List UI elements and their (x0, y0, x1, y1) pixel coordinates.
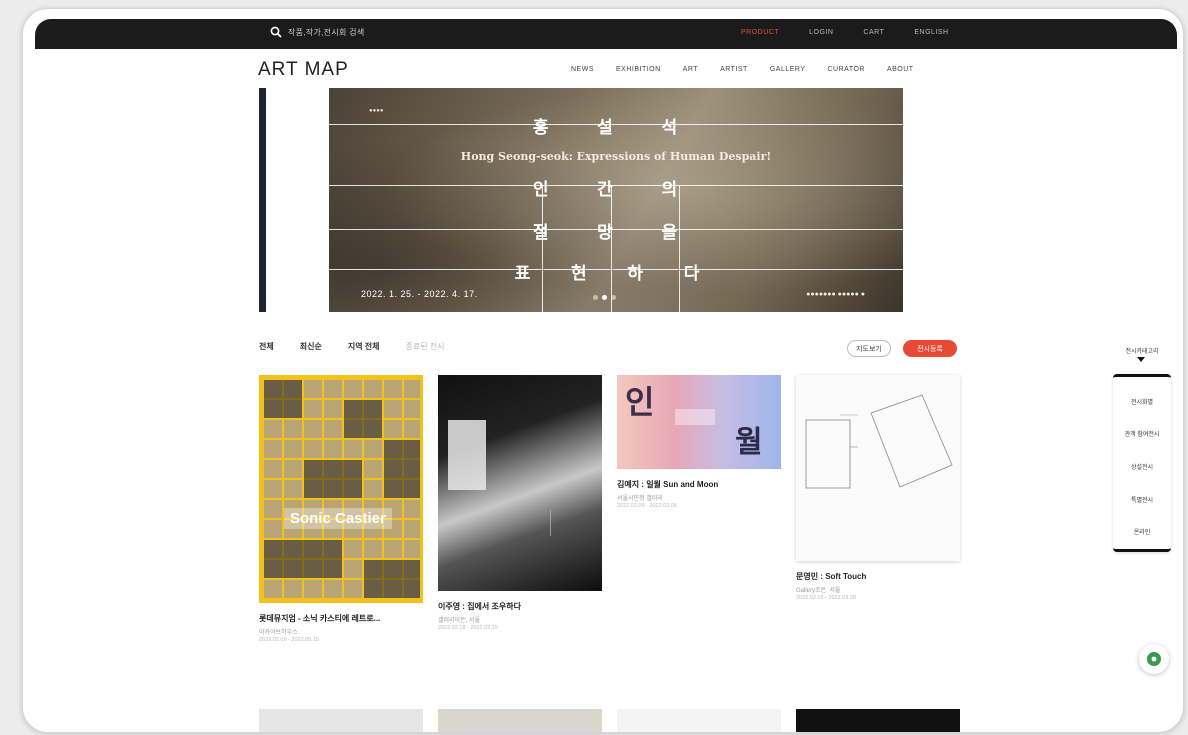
nav-gallery[interactable]: GALLERY (770, 66, 806, 73)
filter-all[interactable]: 전체 (259, 341, 274, 352)
banner-english-title: Hong Seong-seok: Expressions of Human De… (460, 150, 772, 163)
card-title[interactable]: 김예지 : 일월 Sun and Moon (617, 479, 718, 490)
card-date: 2022.02.09 - 2022.03.06 (617, 503, 677, 509)
card-title[interactable]: 롯데뮤지엄 - 소닉 카스티에 레트로... (259, 613, 380, 624)
card-date: 2022.02.09 - 2022.05.15 (259, 637, 319, 643)
exhibition-card[interactable]: Sonic Castier 롯데뮤지엄 - 소닉 카스티에 레트로... 아카이… (259, 375, 423, 665)
top-link-english[interactable]: ENGLISH (914, 29, 948, 36)
banner-date: 2022. 1. 25. - 2022. 4. 17. (361, 289, 478, 299)
nav-art[interactable]: ART (683, 66, 698, 73)
poster-drawing (805, 394, 953, 489)
banner-title-line1: 홍 설 석 (532, 118, 700, 137)
nav-artist[interactable]: ARTIST (720, 66, 748, 73)
card-date: 2022.02.18 - 2022.03.15 (438, 625, 498, 631)
search-placeholder: 작품,작가,전시회 검색 (288, 27, 365, 37)
register-exhibition-button[interactable]: 전시등록 (903, 340, 957, 357)
top-links: PRODUCT LOGIN CART ENGLISH (741, 29, 949, 36)
card-title[interactable]: 문영민 : Soft Touch (796, 571, 866, 582)
chat-icon (1147, 652, 1161, 666)
nav-exhibition[interactable]: EXHIBITION (616, 66, 661, 73)
poster-char: 인 (625, 384, 655, 420)
map-view-button[interactable]: 지도보기 (847, 340, 891, 357)
hero-banner[interactable]: ●●●● 홍 설 석 Hong Seong-seok: Expressions … (329, 88, 903, 312)
top-link-product[interactable]: PRODUCT (741, 29, 779, 36)
card-venue: Gallery조은, 서울 (796, 588, 841, 594)
banner-title-line3: 절 망 을 (532, 223, 700, 242)
exhibition-card[interactable]: 문영민 : Soft Touch Gallery조은, 서울 2022.02.1… (796, 375, 960, 615)
filter-region[interactable]: 지역 전체 (348, 341, 380, 352)
card-venue: 아카이브하우스 (259, 630, 298, 636)
banner-accent-bar (259, 88, 266, 312)
nav-curator[interactable]: CURATOR (828, 66, 865, 73)
card-poster[interactable] (259, 709, 423, 732)
card-poster[interactable] (796, 709, 960, 732)
browser-frame: 작품,작가,전시회 검색 PRODUCT LOGIN CART ENGLISH … (22, 8, 1184, 733)
card-title[interactable]: 이주영 : 집에서 조우하다 (438, 601, 521, 612)
search-icon (270, 26, 282, 38)
pagination-dot[interactable] (611, 295, 616, 300)
side-item[interactable]: 전시회별 (1113, 397, 1171, 406)
filter-ended[interactable]: 종료된 전시 (406, 341, 445, 352)
side-widget-header: 전시카테고리 (1125, 349, 1159, 355)
card-venue: 서울시민청 갤러리 (617, 496, 663, 502)
banner-rule (611, 186, 612, 312)
banner-title-line4: 표 현 하 다 (514, 264, 718, 283)
card-poster: 인 월 (617, 375, 781, 469)
card-date: 2022.02.18 - 2022.03.20 (796, 595, 856, 601)
side-item[interactable]: 상설전시 (1113, 462, 1171, 471)
filter-bar: 전체 최신순 지역 전체 종료된 전시 (259, 341, 445, 352)
exhibition-card[interactable]: 이주영 : 집에서 조우하다 갤러리이든, 서울 2022.02.18 - 20… (438, 375, 602, 645)
exhibition-card[interactable]: 인 월 김예지 : 일월 Sun and Moon 서울시민청 갤러리 2022… (617, 375, 781, 515)
banner-rule (542, 186, 543, 312)
banner-pagination (593, 295, 616, 300)
site-logo[interactable]: ART MAP (258, 59, 349, 81)
top-utility-bar: 작품,작가,전시회 검색 PRODUCT LOGIN CART ENGLISH (35, 19, 1177, 49)
poster-grid (262, 378, 420, 600)
nav-about[interactable]: ABOUT (887, 66, 914, 73)
side-item[interactable]: 관객 참여전시 (1113, 429, 1171, 438)
pagination-dot[interactable] (593, 295, 598, 300)
card-poster (438, 375, 602, 591)
nav-news[interactable]: NEWS (571, 66, 594, 73)
search-box[interactable]: 작품,작가,전시회 검색 (270, 26, 365, 38)
side-category-widget: 전시회별 관객 참여전시 상설전시 특별전시 온라인 (1113, 374, 1171, 552)
filter-latest[interactable]: 최신순 (300, 341, 322, 352)
site-header: ART MAP NEWS EXHIBITION ART ARTIST GALLE… (23, 49, 1183, 89)
card-poster[interactable] (438, 709, 602, 732)
poster-char: 월 (735, 426, 763, 459)
card-poster[interactable] (617, 709, 781, 732)
side-item[interactable]: 온라인 (1113, 527, 1171, 536)
chevron-down-icon[interactable] (1137, 357, 1145, 362)
top-link-login[interactable]: LOGIN (809, 29, 833, 36)
banner-rule (679, 186, 680, 312)
chat-button[interactable] (1139, 644, 1169, 674)
poster-title: Sonic Castier (284, 508, 392, 529)
card-poster (796, 375, 960, 561)
side-item[interactable]: 특별전시 (1113, 495, 1171, 504)
banner-venue: ●●●●●●● ●●●●● ● (806, 291, 865, 298)
main-nav: NEWS EXHIBITION ART ARTIST GALLERY CURAT… (571, 66, 914, 73)
pagination-dot[interactable] (602, 295, 607, 300)
card-poster: Sonic Castier (259, 375, 423, 603)
card-venue: 갤러리이든, 서울 (438, 618, 480, 624)
top-link-cart[interactable]: CART (863, 29, 884, 36)
banner-title-line2: 인 간 의 (532, 180, 700, 199)
